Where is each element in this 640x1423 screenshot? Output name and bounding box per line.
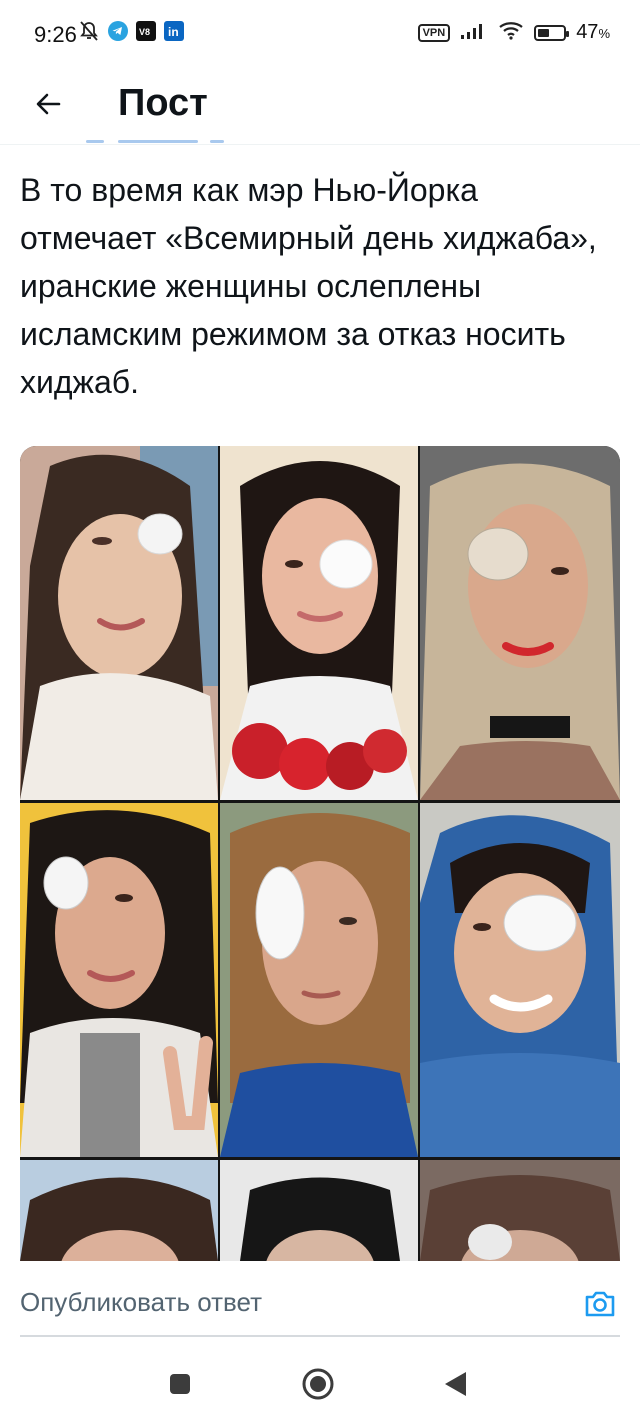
battery-percentage: 47% bbox=[576, 21, 610, 43]
recents-button[interactable] bbox=[160, 1364, 200, 1404]
system-nav-bar bbox=[0, 1340, 640, 1423]
post-photo-5[interactable] bbox=[220, 803, 418, 1157]
status-bar: 9:26 V8 in VPN 47% bbox=[0, 0, 640, 70]
camera-button[interactable] bbox=[582, 1286, 618, 1322]
signal-icon bbox=[460, 20, 488, 45]
linkedin-icon: in bbox=[164, 21, 184, 46]
header-divider bbox=[0, 144, 640, 145]
telegram-icon bbox=[108, 21, 128, 46]
back-nav-button[interactable] bbox=[436, 1364, 476, 1404]
back-button[interactable] bbox=[24, 80, 72, 128]
circle-icon bbox=[302, 1368, 334, 1400]
camera-icon bbox=[585, 1291, 615, 1317]
battery-icon bbox=[534, 24, 570, 41]
svg-text:V8: V8 bbox=[139, 27, 150, 37]
reply-bar: Опубликовать ответ bbox=[0, 1262, 640, 1338]
post-photo-1[interactable] bbox=[20, 446, 218, 800]
clipped-content bbox=[210, 140, 224, 143]
top-app-bar: Пост bbox=[0, 70, 640, 145]
square-icon bbox=[170, 1374, 190, 1394]
battery-level bbox=[538, 28, 550, 37]
wifi-icon bbox=[498, 20, 524, 45]
system-icons: VPN 47% bbox=[417, 20, 610, 45]
status-time: 9:26 bbox=[34, 22, 77, 47]
post-text: В то время как мэр Нью-Йорка отмечает «В… bbox=[20, 172, 597, 400]
reply-input[interactable]: Опубликовать ответ bbox=[20, 1287, 262, 1318]
triangle-back-icon bbox=[445, 1372, 466, 1396]
notification-icons: V8 in bbox=[78, 20, 184, 47]
post-photo-2[interactable] bbox=[220, 446, 418, 800]
post-photo-7[interactable] bbox=[20, 1160, 218, 1261]
page-title: Пост bbox=[118, 82, 208, 124]
post-photo-9[interactable] bbox=[420, 1160, 620, 1261]
clipped-content bbox=[118, 140, 198, 143]
svg-text:in: in bbox=[168, 25, 179, 39]
clipped-content bbox=[86, 140, 104, 143]
post-photo-3[interactable] bbox=[420, 446, 620, 800]
post-photo-6[interactable] bbox=[420, 803, 620, 1157]
arrow-left-icon bbox=[36, 93, 61, 115]
app-icon: V8 bbox=[136, 21, 156, 46]
reply-underline bbox=[20, 1335, 620, 1337]
post-media-grid[interactable] bbox=[20, 446, 620, 1261]
post-photo-8[interactable] bbox=[220, 1160, 418, 1261]
home-button[interactable] bbox=[298, 1364, 338, 1404]
post-photo-4[interactable] bbox=[20, 803, 218, 1157]
vpn-icon: VPN bbox=[417, 23, 451, 42]
mute-icon bbox=[78, 20, 100, 47]
